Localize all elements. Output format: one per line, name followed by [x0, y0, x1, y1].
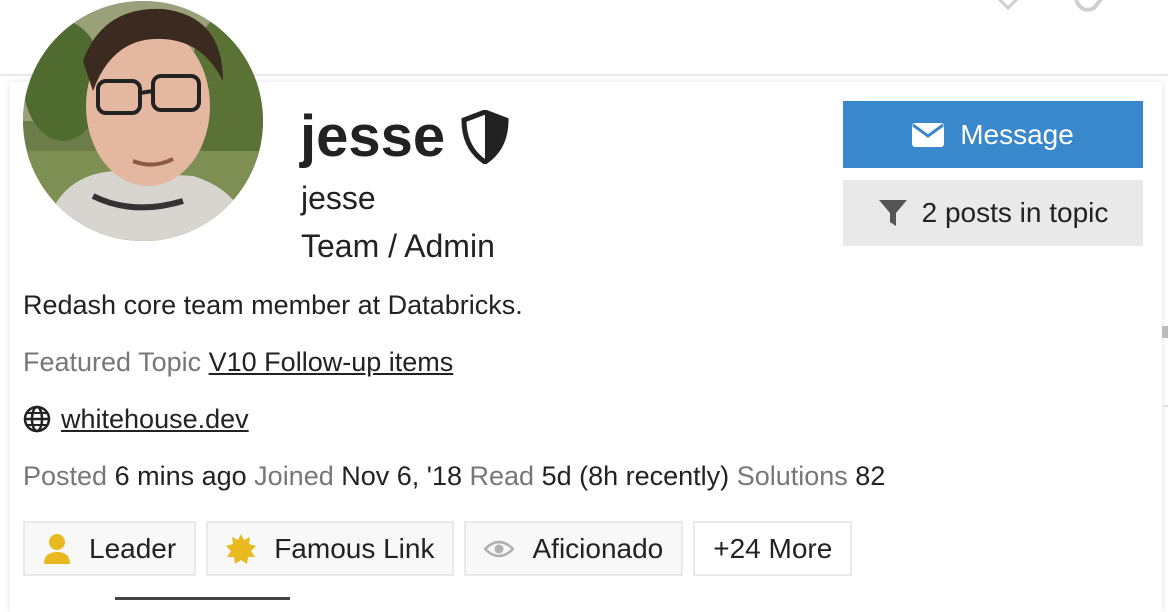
featured-topic: Featured Topic V10 Follow-up items: [23, 344, 453, 380]
profile-website: whitehouse.dev: [23, 401, 249, 437]
heart-icon[interactable]: [990, 0, 1026, 21]
profile-username: jesse: [300, 104, 509, 170]
featured-topic-label: Featured Topic: [23, 347, 202, 377]
more-badges-label: +24 More: [713, 532, 833, 564]
profile-bio: Redash core team member at Databricks.: [23, 290, 523, 320]
joined-value: Nov 6, '18: [341, 461, 462, 491]
badge-label: Aficionado: [532, 532, 664, 564]
posts-in-topic-button[interactable]: 2 posts in topic: [843, 180, 1143, 246]
eye-icon: [484, 540, 515, 557]
posts-button-label: 2 posts in topic: [921, 197, 1109, 228]
badge-famous-link[interactable]: Famous Link: [206, 521, 455, 576]
shield-icon: [461, 109, 509, 166]
envelope-icon: [912, 122, 945, 147]
certificate-icon: [226, 533, 257, 564]
solutions-value: 82: [855, 461, 886, 491]
badge-label: Leader: [89, 532, 177, 564]
more-badges-button[interactable]: +24 More: [693, 521, 853, 576]
posted-value: 6 mins ago: [114, 461, 247, 491]
badge-list: Leader Famous Link Aficionado +24 More: [23, 521, 862, 576]
filter-icon: [878, 200, 907, 226]
solutions-label: Solutions: [736, 461, 848, 491]
avatar[interactable]: [23, 1, 263, 241]
profile-title: Team / Admin: [301, 228, 495, 264]
read-label: Read: [469, 461, 535, 491]
joined-label: Joined: [254, 461, 334, 491]
profile-full-name: jesse: [301, 180, 376, 216]
posted-label: Posted: [23, 461, 108, 491]
user-icon: [44, 533, 70, 564]
read-value: 5d (8h recently): [541, 461, 730, 491]
badge-aficionado[interactable]: Aficionado: [464, 521, 684, 576]
badge-label: Famous Link: [274, 532, 435, 564]
featured-topic-link[interactable]: V10 Follow-up items: [209, 347, 454, 377]
link-icon[interactable]: [1072, 0, 1106, 21]
scrollbar-thumb[interactable]: [1162, 326, 1168, 338]
profile-stats: Posted 6 mins ago Joined Nov 6, '18 Read…: [23, 458, 885, 494]
divider: [1163, 405, 1168, 407]
badge-leader[interactable]: Leader: [23, 521, 197, 576]
website-link[interactable]: whitehouse.dev: [61, 401, 249, 437]
username-text: jesse: [300, 104, 446, 169]
message-button[interactable]: Message: [843, 101, 1143, 168]
globe-icon: [23, 405, 51, 433]
message-button-label: Message: [960, 118, 1074, 150]
